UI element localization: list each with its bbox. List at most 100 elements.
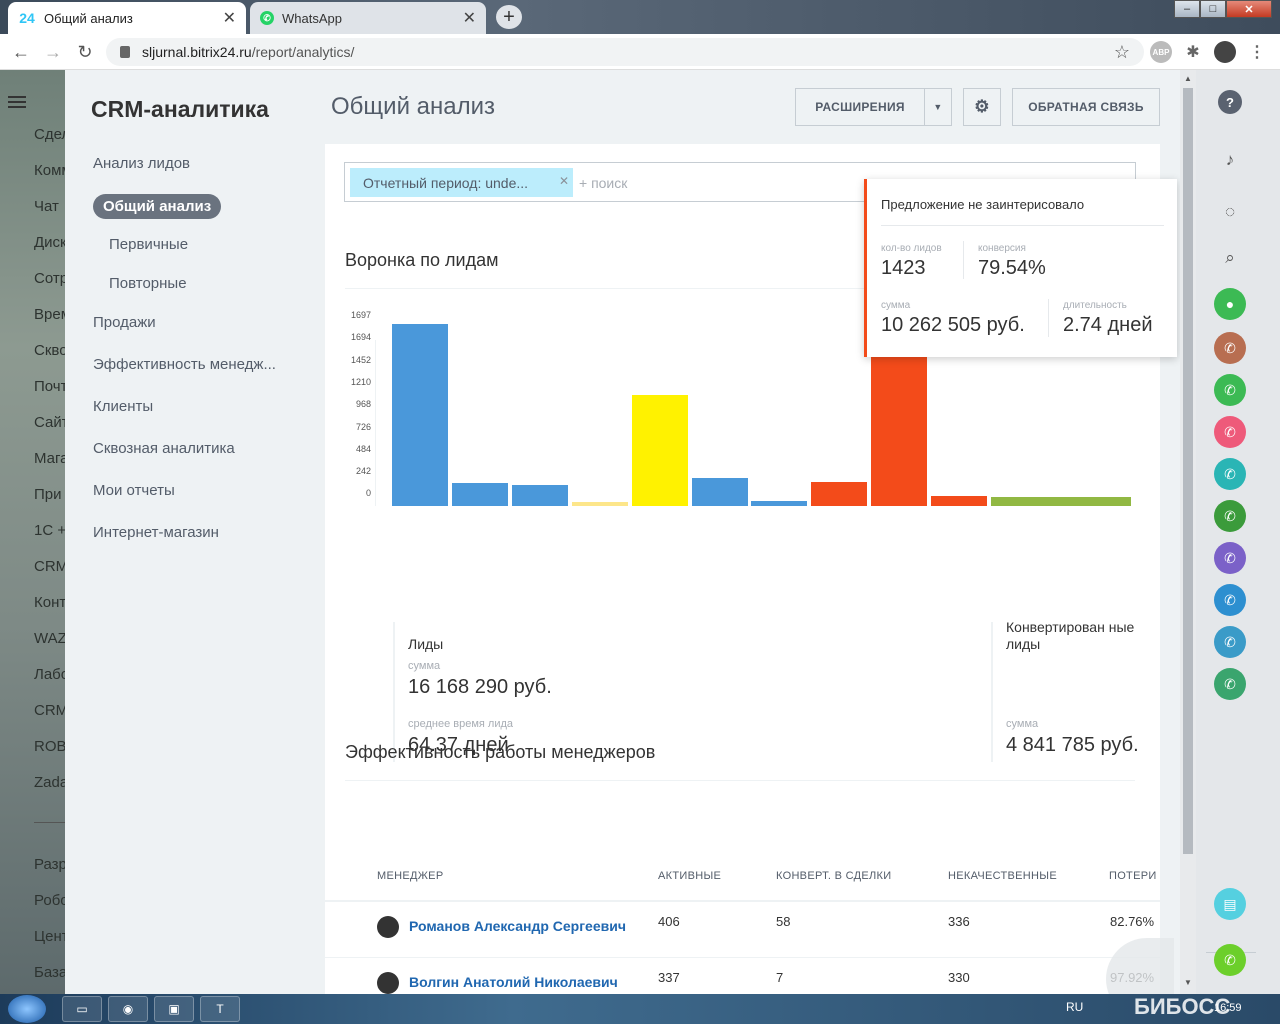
- call-phone-icon[interactable]: ✆: [1214, 584, 1246, 616]
- chart-bar[interactable]: [691, 478, 748, 506]
- chart-bar[interactable]: [392, 323, 448, 506]
- sidebar-item[interactable]: Первичные: [109, 236, 188, 253]
- maximize-button[interactable]: □: [1200, 0, 1226, 18]
- left-menu-item[interactable]: Скво: [34, 342, 66, 359]
- profile-avatar[interactable]: [1214, 41, 1236, 63]
- left-menu-item[interactable]: 1С +: [34, 522, 66, 539]
- period-filter-chip[interactable]: Отчетный период: unde... ✕: [350, 168, 573, 197]
- left-menu-item[interactable]: CRM: [34, 702, 66, 719]
- table-row[interactable]: Романов Александр Сергеевич 406 58 336 82.76…: [325, 902, 1160, 958]
- chart-bar[interactable]: [871, 351, 928, 506]
- col-manager[interactable]: МЕНЕДЖЕР: [377, 870, 443, 882]
- start-button[interactable]: [8, 995, 46, 1023]
- scroll-down-icon[interactable]: ▼: [1184, 978, 1192, 987]
- extensions-button[interactable]: РАСШИРЕНИЯ: [795, 88, 925, 126]
- chart-bar[interactable]: [931, 496, 988, 506]
- sidebar-item[interactable]: Анализ лидов: [93, 155, 190, 172]
- call-phone-icon[interactable]: ✆: [1214, 542, 1246, 574]
- forward-arrow-icon[interactable]: →: [42, 41, 64, 63]
- close-window-button[interactable]: ✕: [1226, 0, 1272, 18]
- col-loss[interactable]: ПОТЕРИ: [1109, 870, 1160, 882]
- call-phone-icon[interactable]: ✆: [1214, 416, 1246, 448]
- sidebar-item[interactable]: Эффективность менедж...: [93, 356, 276, 373]
- col-active[interactable]: АКТИВНЫЕ: [658, 870, 721, 882]
- scroll-up-icon[interactable]: ▲: [1184, 74, 1192, 83]
- left-menu-item[interactable]: Диск: [34, 234, 66, 251]
- call-phone-icon[interactable]: ✆: [1214, 458, 1246, 490]
- chart-bar[interactable]: [571, 501, 628, 506]
- left-menu-item[interactable]: Мага: [34, 450, 66, 467]
- left-menu-item[interactable]: Zada: [34, 774, 66, 791]
- tab-general-analysis[interactable]: 24 Общий анализ ✕: [8, 2, 246, 34]
- teams-icon[interactable]: T: [200, 996, 240, 1022]
- call-phone-icon[interactable]: ✆: [1214, 332, 1246, 364]
- bell-icon[interactable]: ♪: [1214, 144, 1246, 176]
- sidebar-item[interactable]: Интернет-магазин: [93, 524, 219, 541]
- reload-icon[interactable]: ↻: [74, 41, 96, 63]
- chart-bar[interactable]: [511, 485, 568, 506]
- back-arrow-icon[interactable]: ←: [10, 41, 32, 63]
- chart-bar[interactable]: [751, 501, 808, 506]
- left-menu-item[interactable]: База: [34, 964, 66, 981]
- extensions-puzzle-icon[interactable]: ✱: [1182, 41, 1204, 63]
- search-icon[interactable]: ⌕: [1214, 242, 1246, 274]
- left-menu-item[interactable]: Цент: [34, 928, 66, 945]
- tab-close-icon[interactable]: ✕: [223, 8, 236, 28]
- explorer-icon[interactable]: ▭: [62, 996, 102, 1022]
- left-menu-item[interactable]: Сотр: [34, 270, 66, 287]
- call-phone-icon[interactable]: ✆: [1214, 668, 1246, 700]
- search-input[interactable]: + поиск: [579, 175, 627, 191]
- chrome-icon[interactable]: ◉: [108, 996, 148, 1022]
- left-menu-item[interactable]: Почт: [34, 378, 66, 395]
- left-menu-item[interactable]: Лабо: [34, 666, 66, 683]
- bookmark-star-icon[interactable]: ☆: [1114, 42, 1130, 63]
- manager-name-link[interactable]: Романов Александр Сергеевич: [409, 918, 626, 934]
- chart-bar[interactable]: [451, 482, 508, 506]
- left-menu-item[interactable]: Разр: [34, 856, 66, 873]
- left-menu-item[interactable]: WAZ: [34, 630, 66, 647]
- call-phone-icon[interactable]: ✆: [1214, 626, 1246, 658]
- adblock-icon[interactable]: ABP: [1150, 41, 1172, 63]
- document-icon[interactable]: ▤: [1214, 888, 1246, 920]
- col-converted[interactable]: КОНВЕРТ. В СДЕЛКИ: [776, 870, 891, 882]
- sidebar-item[interactable]: Продажи: [93, 314, 156, 331]
- new-tab-button[interactable]: +: [496, 5, 522, 29]
- left-menu-item[interactable]: Врем: [34, 306, 66, 323]
- sidebar-item[interactable]: Общий анализ: [93, 194, 222, 219]
- sidebar-item[interactable]: Сквозная аналитика: [93, 440, 235, 457]
- left-menu-item[interactable]: При: [34, 486, 62, 503]
- left-menu-item[interactable]: Сайт: [34, 414, 66, 431]
- manager-name-link[interactable]: Волгин Анатолий Николаевич: [409, 974, 618, 990]
- col-bad[interactable]: НЕКАЧЕСТВЕННЫЕ: [948, 870, 1057, 882]
- contact-avatar-icon[interactable]: ●: [1214, 288, 1246, 320]
- sidebar-item[interactable]: Мои отчеты: [93, 482, 175, 499]
- left-menu-item[interactable]: Комм: [34, 162, 66, 179]
- minimize-button[interactable]: –: [1174, 0, 1200, 18]
- call-phone-icon[interactable]: ✆: [1214, 500, 1246, 532]
- url-field[interactable]: sljurnal.bitrix24.ru/report/analytics/ ☆: [106, 38, 1144, 66]
- chevron-down-icon[interactable]: ▼: [924, 88, 952, 126]
- terminal-icon[interactable]: ▣: [154, 996, 194, 1022]
- tab-whatsapp[interactable]: ✆ WhatsApp ✕: [250, 2, 486, 34]
- sidebar-item[interactable]: Повторные: [109, 275, 187, 292]
- chat-icon[interactable]: ◌: [1214, 196, 1246, 228]
- left-menu-item[interactable]: CRM: [34, 558, 66, 575]
- phone-icon[interactable]: ✆: [1214, 944, 1246, 976]
- chart-bar[interactable]: [631, 395, 688, 506]
- chart-bar[interactable]: [991, 497, 1131, 506]
- left-menu-item[interactable]: Робо: [34, 892, 66, 909]
- page-scrollbar[interactable]: ▲ ▼: [1180, 70, 1196, 994]
- tab-close-icon[interactable]: ✕: [463, 8, 476, 28]
- menu-burger-icon[interactable]: [8, 96, 26, 108]
- browser-menu-icon[interactable]: ⋮: [1246, 41, 1268, 63]
- left-menu-item[interactable]: ROB: [34, 738, 66, 755]
- left-menu-item[interactable]: Сдел: [34, 126, 66, 143]
- sidebar-item[interactable]: Клиенты: [93, 398, 153, 415]
- scroll-thumb[interactable]: [1183, 88, 1193, 854]
- left-menu-item[interactable]: Чат: [34, 198, 59, 215]
- left-menu-item[interactable]: Конт: [34, 594, 66, 611]
- call-phone-icon[interactable]: ✆: [1214, 374, 1246, 406]
- gear-icon[interactable]: ⚙: [963, 88, 1001, 126]
- language-indicator[interactable]: RU: [1066, 1000, 1083, 1014]
- help-icon[interactable]: ?: [1218, 90, 1242, 114]
